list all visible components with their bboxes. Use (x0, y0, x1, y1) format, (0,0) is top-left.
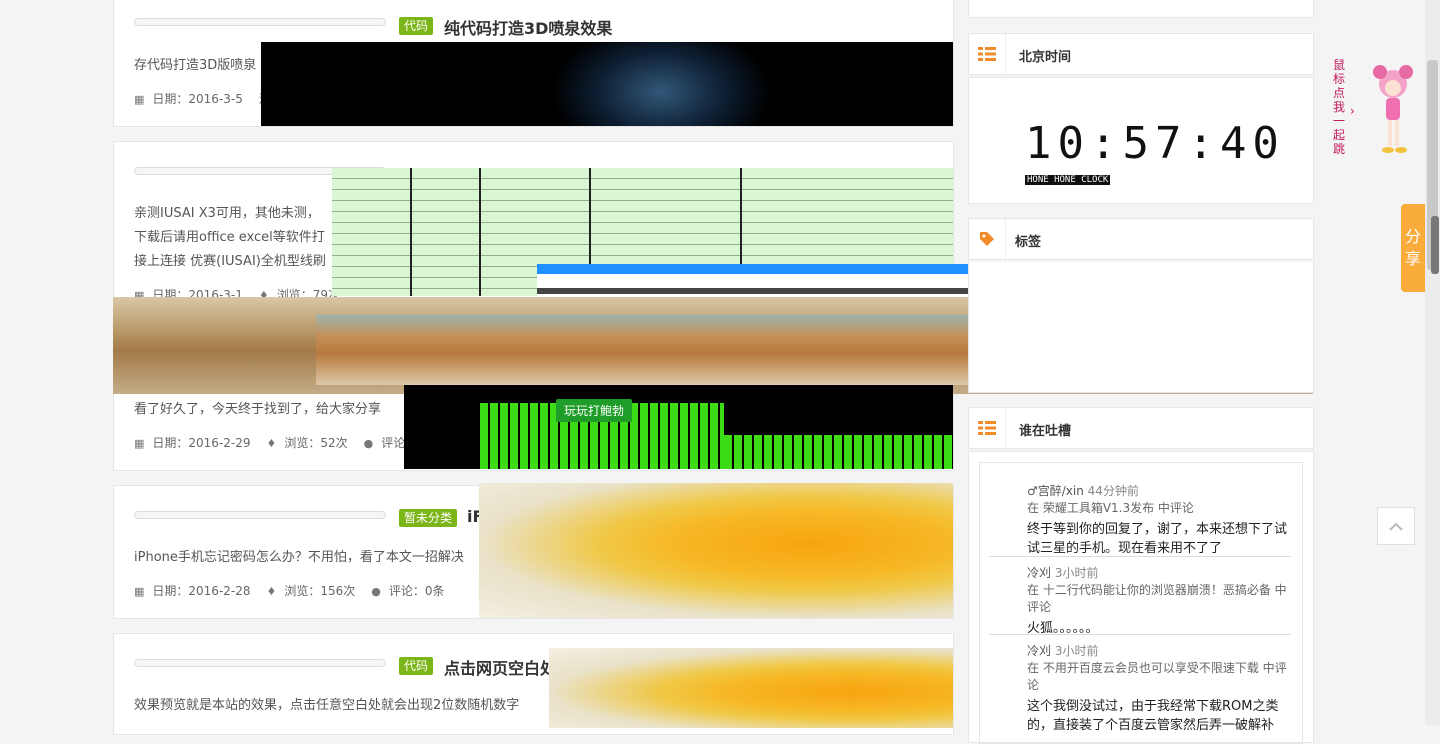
search-widget (968, 0, 1314, 18)
post-summary: 效果预览就是本站的效果，点击任意空白处就会出现2位数随机数字 (134, 698, 520, 713)
comment-post-link[interactable]: 在 荣耀工具箱V1.3发布 中评论 (1027, 499, 1293, 516)
title-deco-bar (134, 511, 386, 519)
comment-text: 火狐。。。。。。 (1027, 621, 1099, 636)
comment-user[interactable]: 冷刈 (1027, 644, 1051, 658)
widget-title: 北京时间 (1019, 50, 1072, 65)
clock-widget: 10:57:40 HONE HONE CLOCK (968, 77, 1314, 204)
comment-post-link[interactable]: 在 十二行代码能让你的浏览器崩溃！恶搞必备 中评论 (1027, 581, 1293, 615)
widget-header: 谁在吐槽 (968, 407, 1314, 449)
divider (989, 556, 1291, 557)
comment-item[interactable]: 冷刈 3小时前 在 不用开百度云会员也可以享受不限速下载 中评论 这个我倒没试过… (1027, 642, 1293, 735)
chevron-right-icon: › (1350, 104, 1355, 118)
category-tag[interactable]: 代码 (399, 17, 434, 35)
post-meta: ▦ 日期：2016-2-28 ♦ 浏览：156次 ● 评论：0条 (134, 584, 445, 598)
comment-icon: ● (371, 585, 381, 598)
comments-widget: ♂宫醉/xin 44分钟前 在 荣耀工具箱V1.3发布 中评论 终于等到你的回复… (968, 451, 1314, 744)
chevron-up-icon (1389, 522, 1403, 531)
category-tag[interactable]: 暂未分类 (399, 509, 458, 527)
equalizer-image (404, 385, 953, 469)
post-summary: 看了好久了，今天终于找到了，给大家分享 (134, 402, 382, 417)
widget-title: 谁在吐槽 (1019, 424, 1072, 439)
fire-icon: ♦ (266, 585, 277, 598)
calendar-icon: ▦ (134, 93, 145, 106)
comment-text: 终于等到你的回复了，谢了，本来还想下了试试三星的手机。现在看来用不了了 (1027, 522, 1288, 556)
tooltip: 玩玩打鲍勃 (556, 399, 633, 422)
widget-header: 标签 (968, 218, 1314, 260)
mascot-image[interactable] (1368, 62, 1418, 154)
tags-widget (968, 262, 1314, 393)
flower-image (479, 483, 953, 618)
comment-user[interactable]: ♂宫醉/xin (1027, 484, 1084, 498)
mascot-text[interactable]: 鼠标点我一起跳 (1333, 58, 1347, 156)
share-handle[interactable] (1431, 216, 1439, 274)
post-summary: 亲测IUSAI X3可用，其他未测， 下载后请用office excel等软件打… (134, 206, 326, 269)
post-summary: 存代码打造3D版喷泉 (134, 58, 257, 73)
widget-title: 标签 (1015, 235, 1042, 250)
back-to-top-button[interactable] (1377, 507, 1415, 545)
divider (989, 634, 1291, 635)
comment-post-link[interactable]: 在 不用开百度云会员也可以享受不限速下载 中评论 (1027, 659, 1293, 693)
comment-icon: ● (363, 437, 374, 450)
share-label: 分享 (1405, 227, 1422, 268)
post-title[interactable]: 纯代码打造3D喷泉效果 (444, 15, 612, 39)
comment-user[interactable]: 冷刈 (1027, 566, 1051, 580)
calendar-icon: ▦ (134, 585, 145, 598)
comment-item[interactable]: ♂宫醉/xin 44分钟前 在 荣耀工具箱V1.3发布 中评论 终于等到你的回复… (1027, 482, 1293, 558)
post-summary: iPhone手机忘记密码怎么办？不用怕，看了本文一招解决 (134, 550, 464, 565)
share-button[interactable]: 分享 (1401, 204, 1425, 292)
widget-header: 北京时间 (968, 33, 1314, 75)
list-icon (969, 408, 1006, 448)
list-icon (969, 34, 1006, 74)
comment-text: 这个我倒没试过，由于我经常下载ROM之类的，直接装了个百度云管家然后弄一破解补 (1027, 699, 1279, 733)
title-deco-bar (134, 18, 386, 26)
comment-item[interactable]: 冷刈 3小时前 在 十二行代码能让你的浏览器崩溃！恶搞必备 中评论 火狐。。。。… (1027, 564, 1293, 638)
title-deco-bar (134, 659, 386, 667)
post-title[interactable]: 点击网页空白处 (444, 655, 556, 679)
tag-icon (969, 219, 1006, 259)
fountain-image (261, 42, 953, 126)
clock-brand: HONE HONE CLOCK (1025, 175, 1111, 185)
fire-icon: ♦ (266, 437, 277, 450)
flower-image (549, 648, 953, 728)
category-tag[interactable]: 代码 (399, 657, 434, 675)
clock-display: 10:57:40 (1025, 118, 1285, 169)
calendar-icon: ▦ (134, 437, 145, 450)
post-meta: ▦日期：2016-3-5浏 (134, 92, 271, 106)
